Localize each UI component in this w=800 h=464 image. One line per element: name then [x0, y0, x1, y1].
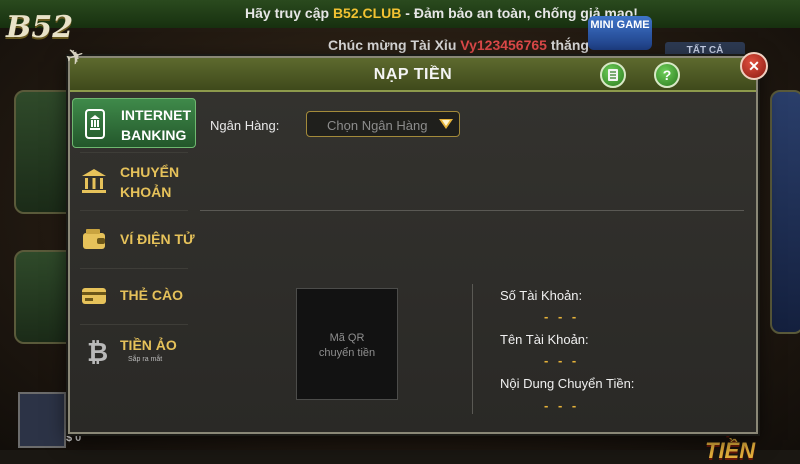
- bank-building-icon: [82, 169, 106, 193]
- sidebar-divider: [80, 324, 188, 325]
- b52-logo: B52: [6, 10, 74, 45]
- transfer-content-value: - - -: [544, 398, 580, 413]
- account-name-value: - - -: [544, 353, 580, 368]
- sidebar-item-label: CHUYỂN: [120, 164, 180, 180]
- vertical-divider: [472, 284, 473, 414]
- site-link[interactable]: B52.CLUB: [333, 5, 401, 21]
- player-avatar[interactable]: [18, 392, 66, 448]
- sidebar-item-label: THẺ CÀO: [120, 287, 183, 303]
- qr-line-2: chuyển tiền: [318, 347, 376, 359]
- sidebar-item-label: INTERNET: [121, 107, 191, 123]
- sidebar-item-label: VÍ ĐIỆN TỬ: [120, 231, 195, 247]
- wallet-icon: [83, 229, 105, 249]
- section-divider: [200, 210, 744, 211]
- coming-soon-label: Sắp ra mắt: [128, 356, 163, 363]
- sidebar-divider: [80, 210, 188, 211]
- congrats-ticker: Chúc mừng Tài Xỉu Vy123456765 thắng: [328, 37, 589, 53]
- qr-code-box: Mã QR chuyển tiền: [296, 288, 398, 400]
- background-side-panel: [770, 90, 800, 334]
- sidebar-item-label: BANKING: [121, 127, 187, 143]
- document-icon: [608, 69, 618, 81]
- sidebar-divider: [80, 152, 188, 153]
- sidebar-divider: [80, 268, 188, 269]
- sidebar-item-the-cao[interactable]: THẺ CÀO: [72, 270, 196, 320]
- account-number-label: Số Tài Khoản:: [500, 288, 583, 303]
- sidebar-item-label: KHOẢN: [120, 184, 172, 200]
- sidebar-item-vi-dien-tu[interactable]: VÍ ĐIỆN TỬ: [72, 214, 196, 264]
- sidebar-item-internet-banking[interactable]: INTERNET BANKING: [72, 98, 196, 148]
- bank-phone-icon: [85, 109, 105, 139]
- account-number-value: - - -: [544, 309, 580, 324]
- qr-line-1: Mã QR: [329, 332, 365, 344]
- deposit-modal: NẠP TIỀN ? ✈ ✕ INTERNET BANKING CHUYỂN K…: [62, 42, 768, 434]
- sidebar-item-chuyen-khoan[interactable]: CHUYỂN KHOẢN: [72, 156, 196, 206]
- bitcoin-icon: ₿: [87, 337, 108, 366]
- help-button[interactable]: ?: [654, 62, 680, 88]
- close-button[interactable]: ✕: [740, 52, 768, 80]
- top-notice: Hãy truy cập B52.CLUB - Đảm bảo an toàn,…: [245, 5, 638, 21]
- bank-select[interactable]: Chọn Ngân Hàng: [306, 111, 460, 137]
- sidebar-item-tien-ao[interactable]: ₿ TIỀN ẢO Sắp ra mắt: [72, 326, 196, 376]
- modal-header: NẠP TIỀN ?: [70, 58, 756, 92]
- svg-text:₿: ₿: [87, 337, 108, 366]
- card-icon: [82, 288, 106, 304]
- history-button[interactable]: [600, 62, 626, 88]
- bank-select-placeholder: Chọn Ngân Hàng: [327, 118, 428, 133]
- bank-label: Ngân Hàng:: [210, 118, 280, 133]
- account-name-label: Tên Tài Khoản:: [500, 332, 589, 347]
- chevron-down-icon: [439, 119, 453, 129]
- transfer-content-label: Nội Dung Chuyển Tiền:: [500, 376, 635, 391]
- minigame-button[interactable]: MINI GAME: [588, 16, 652, 50]
- sidebar-item-label: TIỀN ẢO: [120, 337, 177, 353]
